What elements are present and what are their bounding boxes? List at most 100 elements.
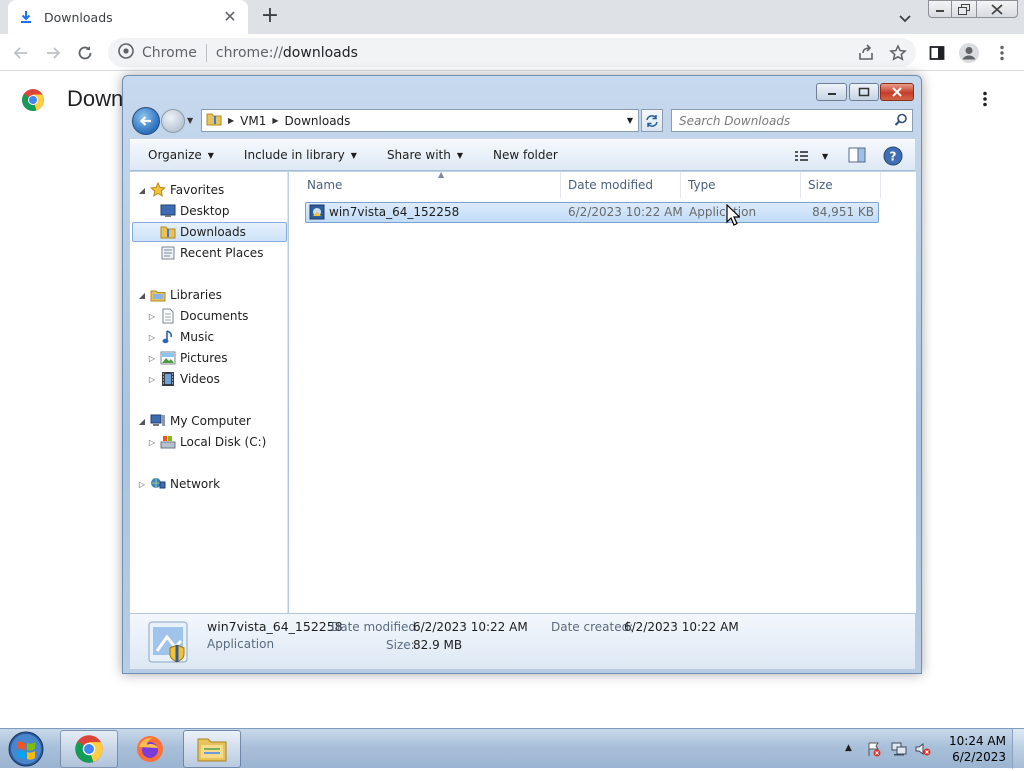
breadcrumb-arrow-icon[interactable]: ▶ [272, 116, 278, 125]
downloads-menu-icon[interactable] [982, 90, 998, 112]
show-desktop-button[interactable] [1012, 729, 1024, 769]
nav-downloads[interactable]: Downloads [132, 222, 287, 242]
back-arrow-icon[interactable] [8, 40, 34, 66]
organize-menu[interactable]: Organize ▼ [148, 148, 214, 162]
explorer-forward-button[interactable] [161, 109, 185, 133]
pictures-icon [159, 350, 177, 366]
volume-muted-icon[interactable] [915, 741, 931, 757]
nav-pictures[interactable]: ▷ Pictures [147, 348, 228, 368]
collapsed-triangle-icon[interactable]: ▷ [147, 438, 157, 447]
nav-documents[interactable]: ▷ Documents [147, 306, 248, 326]
nav-videos[interactable]: ▷ Videos [147, 369, 220, 389]
mouse-pointer-icon [726, 203, 741, 226]
search-icon[interactable] [894, 113, 908, 130]
collapsed-triangle-icon[interactable]: ▷ [147, 375, 157, 384]
chrome-menu-icon[interactable] [991, 42, 1013, 64]
taskbar-chrome-button[interactable] [60, 730, 118, 768]
chrome-logo-icon [21, 88, 45, 115]
column-header-type[interactable]: Type [681, 172, 801, 198]
share-icon[interactable] [855, 42, 877, 64]
chevron-down-icon: ▼ [456, 150, 463, 160]
nav-my-computer[interactable]: ◢ My Computer [137, 411, 251, 431]
breadcrumb-arrow-icon[interactable]: ▶ [228, 116, 234, 125]
action-center-flag-icon[interactable] [866, 741, 882, 757]
network-icon [149, 476, 167, 492]
collapsed-triangle-icon[interactable]: ▷ [147, 312, 157, 321]
restore-button[interactable] [951, 0, 977, 18]
chevron-down-icon: ▼ [350, 150, 357, 160]
new-tab-button[interactable]: + [258, 5, 282, 29]
new-folder-button[interactable]: New folder [493, 148, 558, 162]
profile-avatar-icon[interactable] [958, 42, 980, 64]
minimize-button[interactable] [928, 0, 952, 18]
address-bar[interactable]: Chrome chrome://downloads [108, 38, 916, 67]
tab-close-icon[interactable]: ✕ [222, 9, 238, 25]
tab-downloads[interactable]: Downloads ✕ [8, 0, 248, 34]
explorer-minimize-button[interactable] [816, 83, 847, 101]
share-with-menu[interactable]: Share with ▼ [387, 148, 463, 162]
nav-music[interactable]: ▷ Music [147, 327, 214, 347]
help-icon[interactable]: ? [883, 146, 903, 166]
recent-pages-chevron-icon[interactable]: ▼ [187, 116, 197, 126]
details-pane: win7vista_64_152258 Application Date mod… [130, 613, 915, 669]
nav-desktop-label: Desktop [180, 204, 230, 218]
bookmark-star-icon[interactable] [887, 42, 909, 64]
collapsed-triangle-icon[interactable]: ▷ [147, 354, 157, 363]
explorer-back-button[interactable] [132, 107, 160, 135]
breadcrumb-downloads[interactable]: Downloads [285, 114, 351, 128]
taskbar-firefox-button[interactable] [121, 730, 179, 768]
forward-arrow-icon[interactable] [40, 40, 66, 66]
nav-favorites[interactable]: ◢ Favorites [137, 180, 224, 200]
tab-search-chevron-icon[interactable] [895, 8, 915, 28]
nav-libraries[interactable]: ◢ Libraries [137, 285, 222, 305]
start-button[interactable] [6, 730, 46, 768]
explorer-address-bar[interactable]: ▶ VM1 ▶ Downloads ▼ [201, 109, 639, 132]
breadcrumb-vm1[interactable]: VM1 [240, 114, 266, 128]
explorer-close-button[interactable] [880, 83, 914, 101]
system-clock[interactable]: 10:24 AM 6/2/2023 [936, 733, 1006, 765]
site-chip-label: Chrome [142, 44, 197, 61]
show-hidden-icons-button[interactable]: ▲ [845, 743, 852, 753]
expanded-triangle-icon[interactable]: ◢ [137, 417, 147, 426]
file-row-selected[interactable]: win7vista_64_152258 6/2/2023 10:22 AM Ap… [305, 202, 879, 223]
download-icon [18, 9, 34, 25]
change-view-button[interactable]: ▼ [794, 147, 830, 165]
chrome-toolbar: Chrome chrome://downloads [0, 34, 1024, 71]
include-in-library-menu[interactable]: Include in library ▼ [244, 148, 357, 162]
page-title: Down [67, 86, 124, 111]
nav-recent-places[interactable]: Recent Places [147, 243, 263, 263]
explorer-maximize-button[interactable] [849, 83, 879, 101]
nav-network-label: Network [170, 477, 221, 491]
reload-icon[interactable] [72, 40, 98, 66]
column-header-size[interactable]: Size [801, 172, 881, 198]
collapsed-triangle-icon[interactable]: ▷ [147, 333, 157, 342]
close-window-button[interactable] [976, 0, 1018, 18]
url-text: chrome://downloads [216, 45, 358, 61]
collapsed-triangle-icon[interactable]: ▷ [137, 480, 147, 489]
side-panel-icon[interactable] [926, 42, 948, 64]
network-status-icon[interactable] [891, 741, 907, 757]
nav-network[interactable]: ▷ Network [137, 474, 220, 494]
taskbar-explorer-button[interactable] [183, 730, 241, 768]
column-name-label: Name [307, 178, 343, 192]
url-path: downloads [282, 44, 358, 61]
expanded-triangle-icon[interactable]: ◢ [137, 291, 147, 300]
column-header-date-modified[interactable]: Date modified [561, 172, 681, 198]
expanded-triangle-icon[interactable]: ◢ [137, 186, 147, 195]
navigation-pane: ◢ Favorites Desktop Downloads Recent Pla… [130, 172, 288, 613]
nav-recent-places-label: Recent Places [180, 246, 264, 260]
nav-desktop[interactable]: Desktop [147, 201, 230, 221]
file-date-modified: 6/2/2023 10:22 AM [568, 205, 683, 219]
nav-local-disk[interactable]: ▷ Local Disk (C:) [147, 432, 266, 452]
computer-icon [149, 413, 167, 429]
refresh-button[interactable] [641, 109, 663, 132]
details-size: 82.9 MB [413, 638, 463, 652]
search-downloads-input[interactable]: Search Downloads [671, 109, 913, 132]
preview-pane-icon[interactable] [848, 147, 866, 165]
address-dropdown-icon[interactable]: ▼ [622, 110, 638, 131]
column-header-name[interactable]: Name ▲ [300, 170, 561, 198]
chevron-down-icon[interactable]: ▼ [822, 152, 828, 161]
file-type: Application [689, 205, 757, 219]
taskbar: ▲ 10:24 AM 6/2/2023 [0, 728, 1024, 769]
details-date-modified-label: Date modified: [331, 620, 421, 634]
